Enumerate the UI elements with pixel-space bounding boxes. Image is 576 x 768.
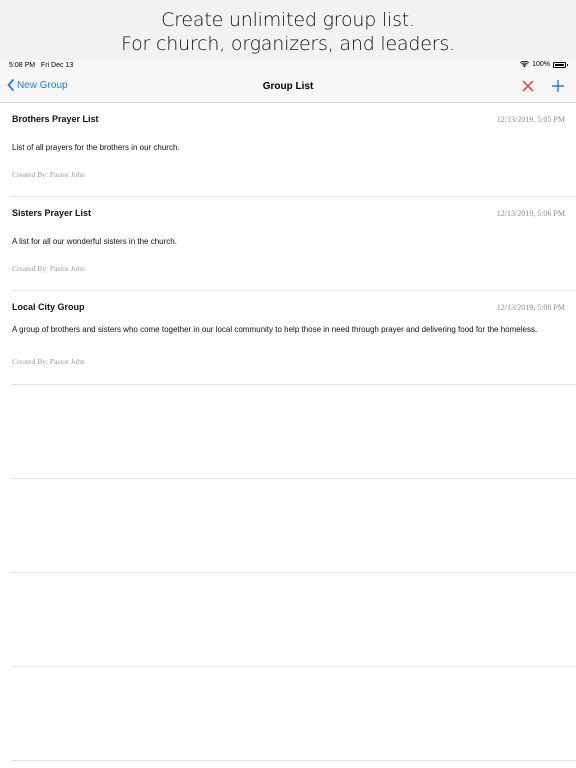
- promo-banner: Create unlimited group list. For church,…: [0, 0, 576, 60]
- group-date: 12/13/2019, 5:05 PM: [496, 115, 565, 124]
- group-title: Brothers Prayer List: [12, 114, 99, 124]
- group-row-local-city-group[interactable]: Local City Group 12/13/2019, 5:08 PM A g…: [11, 291, 576, 385]
- status-time: 5:08 PM Fri Dec 13: [9, 62, 73, 69]
- group-row-sisters-prayer-list[interactable]: Sisters Prayer List 12/13/2019, 5:06 PM …: [11, 197, 576, 291]
- group-description: List of all prayers for the brothers in …: [12, 143, 180, 152]
- promo-headline: Create unlimited group list.: [161, 9, 415, 31]
- group-created-by: Created By: Pastor John: [12, 170, 85, 179]
- status-indicators: 100%: [520, 61, 568, 68]
- empty-row: [11, 385, 576, 479]
- status-bar: 5:08 PM Fri Dec 13 100%: [0, 60, 576, 73]
- plus-icon: [551, 79, 565, 93]
- page-title: Group List: [262, 81, 314, 92]
- group-row-brothers-prayer-list[interactable]: Brothers Prayer List 12/13/2019, 5:05 PM…: [11, 103, 576, 197]
- battery-icon: [553, 61, 568, 68]
- group-title: Local City Group: [12, 302, 85, 312]
- empty-row: [11, 573, 576, 667]
- empty-row: [11, 479, 576, 573]
- group-list: Brothers Prayer List 12/13/2019, 5:05 PM…: [0, 103, 576, 761]
- promo-subheadline: For church, organizers, and leaders.: [121, 33, 455, 55]
- app-screen: 5:08 PM Fri Dec 13 100% New Group Group …: [0, 60, 576, 768]
- battery-level-fill: [555, 63, 564, 66]
- group-created-by: Created By: Pastor John: [12, 357, 85, 366]
- close-icon: [522, 80, 534, 92]
- battery-percent: 100%: [532, 61, 550, 68]
- status-date: Fri Dec 13: [40, 62, 74, 69]
- empty-row: [11, 667, 576, 761]
- navigation-bar: New Group Group List: [0, 73, 576, 103]
- group-description: A list for all our wonderful sisters in …: [12, 237, 177, 246]
- delete-button[interactable]: [521, 79, 535, 93]
- group-date: 12/13/2019, 5:06 PM: [496, 209, 565, 218]
- wifi-icon: [520, 61, 530, 68]
- group-date: 12/13/2019, 5:08 PM: [496, 303, 565, 312]
- group-description: A group of brothers and sisters who come…: [12, 325, 538, 334]
- group-created-by: Created By: Pastor John: [12, 264, 85, 273]
- add-group-button[interactable]: [551, 79, 565, 93]
- group-title: Sisters Prayer List: [12, 208, 92, 218]
- status-clock: 5:08 PM: [9, 62, 36, 69]
